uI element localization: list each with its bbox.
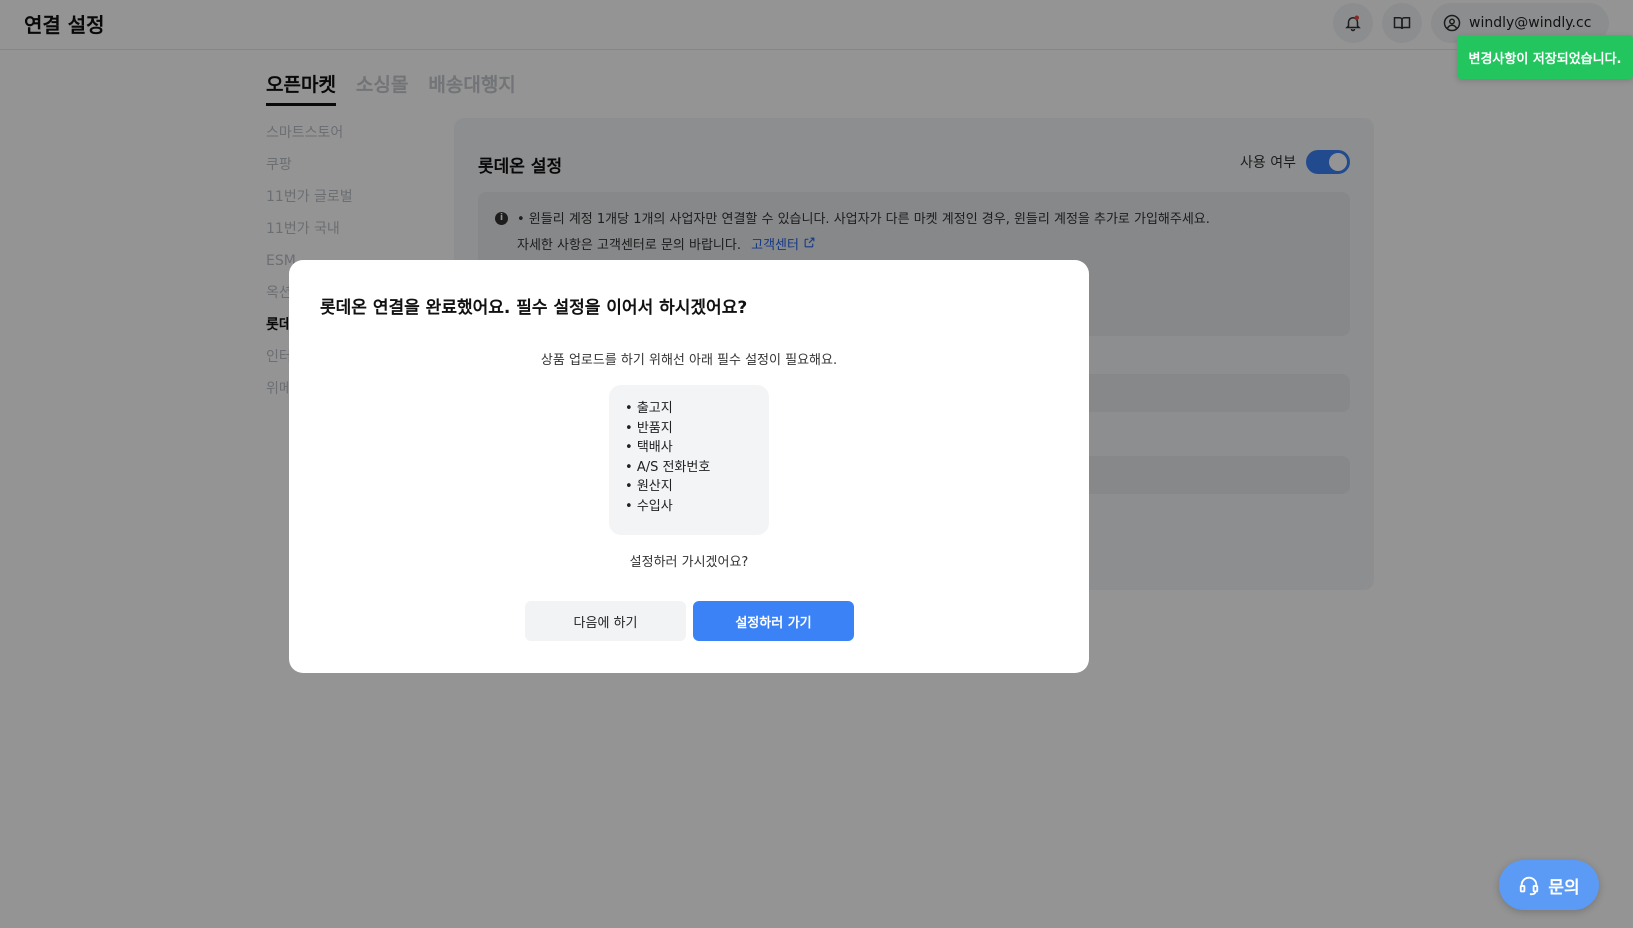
required-item-as-phone: A/S 전화번호: [625, 458, 753, 478]
headset-icon: [1520, 876, 1539, 896]
required-item-shipping-origin: 출고지: [625, 399, 753, 419]
modal-question: 설정하러 가시겠어요?: [629, 555, 749, 570]
required-item-importer: 수입사: [625, 497, 753, 517]
required-item-courier: 택배사: [625, 438, 753, 458]
go-to-settings-button[interactable]: 설정하러 가기: [693, 601, 854, 641]
required-item-return-address: 반품지: [625, 419, 753, 439]
inquiry-chat-button[interactable]: 문의: [1499, 860, 1599, 910]
required-settings-list: 출고지 반품지 택배사 A/S 전화번호 원산지 수입사: [609, 385, 769, 535]
inquiry-label: 문의: [1548, 877, 1580, 898]
modal-title: 롯데온 연결을 완료했어요. 필수 설정을 이어서 하시겠어요?: [320, 298, 748, 318]
save-toast: 변경사항이 저장되었습니다.: [1457, 35, 1633, 79]
modal-description: 상품 업로드를 하기 위해선 아래 필수 설정이 필요해요.: [540, 353, 838, 368]
required-item-origin-country: 원산지: [625, 477, 753, 497]
later-button[interactable]: 다음에 하기: [525, 601, 686, 641]
connection-complete-modal: 롯데온 연결을 완료했어요. 필수 설정을 이어서 하시겠어요? 상품 업로드를…: [289, 260, 1089, 673]
